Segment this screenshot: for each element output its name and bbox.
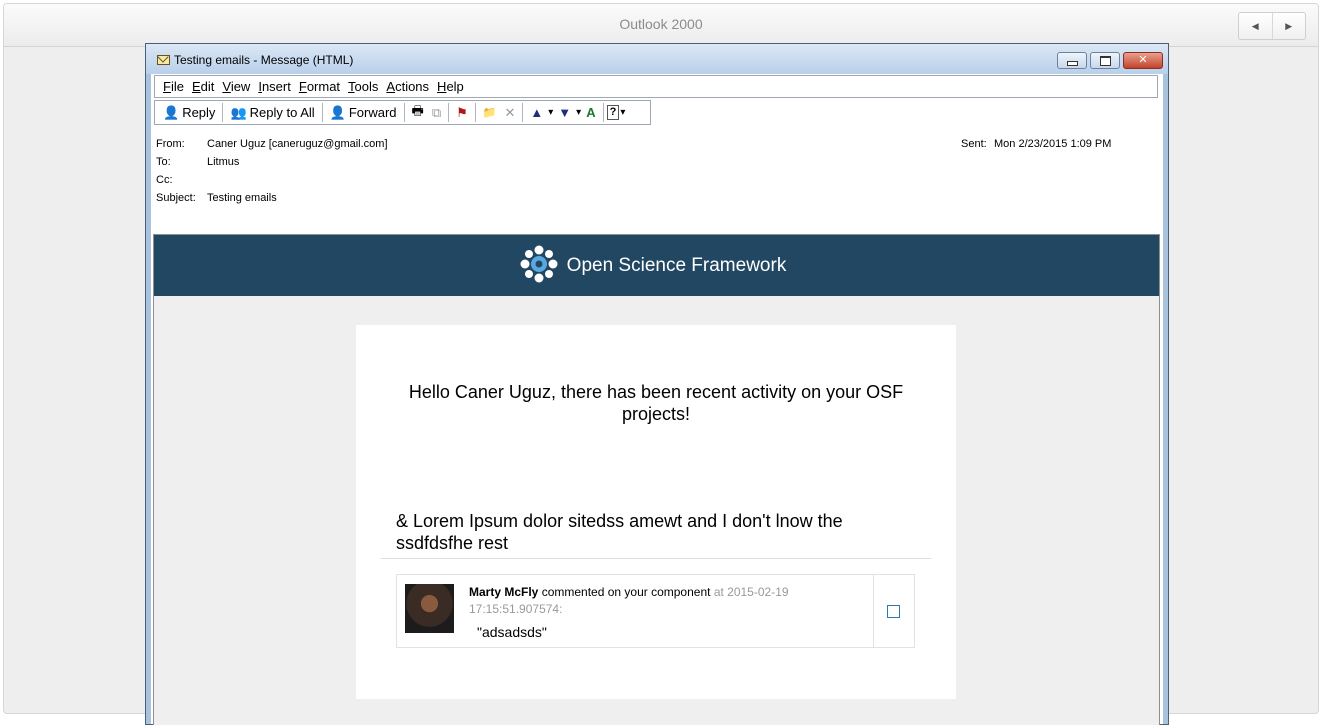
maximize-button[interactable] — [1090, 52, 1120, 69]
menu-view[interactable]: View — [222, 79, 250, 94]
to-label: To: — [156, 156, 171, 168]
header-cc-row: Cc: — [151, 174, 751, 188]
delete-icon[interactable]: ✕ — [500, 102, 519, 123]
address-book-icon[interactable]: A — [582, 102, 599, 123]
window-titlebar[interactable]: Testing emails - Message (HTML) ✕ — [146, 44, 1168, 74]
to-value[interactable]: Litmus — [207, 156, 239, 168]
help-icon[interactable]: ? — [606, 105, 620, 120]
window-title: Testing emails - Message (HTML) — [174, 53, 354, 67]
checkbox-icon[interactable] — [887, 605, 900, 618]
minimize-icon — [1067, 61, 1078, 66]
preview-topbar: Outlook 2000 ◀ ▶ — [4, 4, 1318, 47]
dropdown-icon[interactable]: ▾ — [547, 102, 554, 123]
menu-tools[interactable]: Tools — [348, 79, 378, 94]
menu-edit[interactable]: Edit — [192, 79, 214, 94]
menu-help[interactable]: Help — [437, 79, 464, 94]
toolbar-separator — [602, 103, 604, 122]
reply-all-button[interactable]: 👥 Reply to All — [226, 102, 318, 123]
print-button[interactable]: 🖶 — [408, 102, 428, 123]
minimize-button[interactable] — [1057, 52, 1087, 69]
comment-action-cell — [873, 575, 916, 647]
from-value[interactable]: Caner Uguz [caneruguz@gmail.com] — [207, 138, 388, 150]
reply-icon: 👤 — [163, 104, 180, 120]
menu-actions[interactable]: Actions — [386, 79, 429, 94]
reply-button[interactable]: 👤 Reply — [159, 102, 219, 123]
menu-bar: File Edit View Insert Format Tools Actio… — [154, 75, 1158, 98]
forward-button[interactable]: 👤 Forward — [326, 102, 401, 123]
brand-name: Open Science Framework — [566, 255, 787, 276]
from-label: From: — [156, 138, 185, 150]
header-to-row: To: Litmus — [151, 156, 751, 170]
message-window: Testing emails - Message (HTML) ✕ File E… — [145, 43, 1169, 725]
email-body: Open Science Framework Hello Caner Uguz,… — [153, 234, 1160, 725]
toolbar-separator — [403, 103, 405, 122]
avatar — [405, 584, 454, 633]
comment-user[interactable]: Marty McFly — [469, 585, 538, 599]
reply-all-icon: 👥 — [230, 104, 247, 120]
comment-item: Marty McFly commented on your component … — [396, 574, 915, 648]
toolbar-separator — [321, 103, 323, 122]
standard-toolbar: 👤 Reply 👥 Reply to All 👤 Forward 🖶 ⧉ ⚑ 📁… — [154, 100, 651, 125]
header-subject-row: Subject: Testing emails — [151, 192, 751, 206]
reply-all-label: Reply to All — [249, 105, 315, 120]
section-title: & Lorem Ipsum dolor sitedss amewt and I … — [396, 511, 843, 553]
email-card: Hello Caner Uguz, there has been recent … — [356, 325, 956, 699]
maximize-icon — [1100, 56, 1111, 66]
subject-value: Testing emails — [207, 192, 277, 204]
forward-icon: 👤 — [329, 104, 346, 120]
flag-icon[interactable]: ⚑ — [452, 102, 472, 123]
cc-label: Cc: — [156, 174, 173, 186]
next-item-icon[interactable]: ▼ — [554, 102, 575, 123]
forward-label: Forward — [348, 105, 397, 120]
envelope-icon — [157, 55, 170, 65]
nav-button-group: ◀ ▶ — [1238, 12, 1306, 40]
comment-header: Marty McFly commented on your component … — [469, 584, 799, 618]
menu-format[interactable]: Format — [299, 79, 340, 94]
comment-action: commented on your component — [541, 585, 711, 599]
dropdown-icon[interactable]: ▾ — [619, 102, 626, 123]
toolbar-separator — [448, 103, 450, 122]
previous-item-icon[interactable]: ▲ — [526, 102, 547, 123]
dropdown-icon[interactable]: ▾ — [575, 102, 582, 123]
copy-icon[interactable]: ⧉ — [428, 102, 445, 123]
move-icon[interactable]: 📁 — [479, 102, 501, 123]
toolbar-separator — [522, 103, 524, 122]
next-button[interactable]: ▶ — [1271, 13, 1306, 39]
sent-value: Mon 2/23/2015 1:09 PM — [994, 138, 1112, 150]
reply-label: Reply — [182, 105, 216, 120]
subject-label: Subject: — [156, 192, 196, 204]
close-button[interactable]: ✕ — [1123, 52, 1163, 69]
toolbar-separator — [474, 103, 476, 122]
sent-label: Sent: — [961, 138, 987, 150]
app-title: Outlook 2000 — [619, 16, 703, 32]
osf-banner: Open Science Framework — [154, 235, 1159, 296]
toolbar-separator — [222, 103, 224, 122]
divider — [381, 558, 931, 559]
previous-button[interactable]: ◀ — [1239, 13, 1272, 39]
menu-file[interactable]: File — [163, 79, 184, 94]
header-from-row: From: Caner Uguz [caneruguz@gmail.com] S… — [151, 138, 1156, 152]
comment-text: "adsadsds" — [477, 624, 547, 640]
menu-insert[interactable]: Insert — [258, 79, 291, 94]
message-pane: File Edit View Insert Format Tools Actio… — [151, 74, 1163, 725]
greeting-text: Hello Caner Uguz, there has been recent … — [408, 382, 904, 424]
